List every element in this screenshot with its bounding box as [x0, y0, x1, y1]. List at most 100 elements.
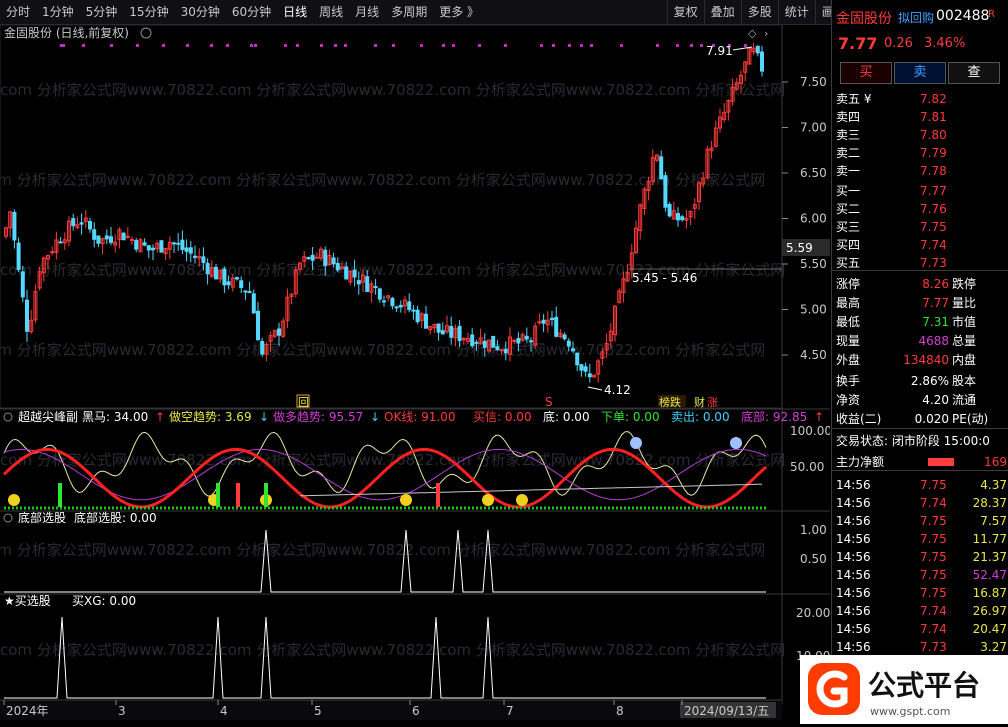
- toolbar-action-1[interactable]: 叠加: [703, 0, 741, 24]
- order-label: 卖一: [836, 164, 861, 178]
- stat-label2: 总量: [952, 334, 977, 348]
- stat-label2: 内盘: [952, 353, 977, 367]
- period-tab-10[interactable]: 更多 》: [433, 0, 485, 24]
- annotation-low: 4.12: [604, 383, 631, 397]
- signal-dot: [374, 44, 377, 47]
- indicator-settings-icon[interactable]: [3, 513, 13, 523]
- diamond-icon[interactable]: ◇: [748, 27, 757, 40]
- trade-status[interactable]: 交易状态: 闭市阶段 15:00:0: [832, 432, 1008, 450]
- signal-dot: [690, 44, 693, 47]
- signal-dot: [420, 44, 423, 47]
- sell-level-4[interactable]: 卖四 7.81: [832, 108, 1008, 126]
- indicator2-y-tick: 0.50: [800, 552, 827, 566]
- sell-level-2[interactable]: 卖二 7.79: [832, 144, 1008, 162]
- period-tab-8[interactable]: 月线: [349, 0, 385, 24]
- toolbar-action-2[interactable]: 多股: [740, 0, 778, 24]
- main-flow[interactable]: 主力净额 169: [832, 453, 1008, 471]
- period-tab-2[interactable]: 5分钟: [80, 0, 124, 24]
- signal-dot: [82, 44, 85, 47]
- indicator-settings-icon[interactable]: [3, 412, 13, 422]
- indicator1-field-3: OK线: 91.00: [384, 410, 456, 424]
- query-button[interactable]: 查: [948, 62, 1000, 84]
- signal-dot: [452, 44, 455, 47]
- tick-row[interactable]: 14:56 7.74 26.97: [832, 602, 1008, 620]
- mark-s[interactable]: S: [545, 395, 553, 409]
- candle: [121, 232, 126, 241]
- order-price: 7.75: [920, 220, 947, 234]
- current-price: 7.77: [838, 34, 878, 53]
- mark-zhang[interactable]: 涨: [707, 396, 718, 409]
- period-tab-9[interactable]: 多周期: [385, 0, 433, 24]
- period-tab-6[interactable]: 日线: [277, 0, 313, 24]
- stock-tag[interactable]: 拟回购: [898, 9, 934, 26]
- stat-row-1[interactable]: 最高 7.77 量比: [832, 294, 1008, 312]
- stat-label: 现量: [836, 334, 861, 348]
- indicator2-name: 底部选股: [18, 510, 66, 525]
- signal-dot: [590, 44, 593, 47]
- indicator1-arrow: ↑: [155, 410, 165, 424]
- tick-row[interactable]: 14:56 7.74 28.37: [832, 494, 1008, 512]
- face-icon: [730, 437, 742, 449]
- toolbar-action-3[interactable]: 统计: [777, 0, 815, 24]
- candle: [705, 146, 710, 180]
- indicator1-bar: [236, 483, 240, 507]
- period-tab-1[interactable]: 1分钟: [36, 0, 80, 24]
- tick-row[interactable]: 14:56 7.75 21.37: [832, 548, 1008, 566]
- buy-level-1[interactable]: 买一 7.77: [832, 182, 1008, 200]
- indicator3-name: ★买选股: [4, 594, 51, 608]
- stat-label2: 跌停: [952, 277, 977, 291]
- stat2-row-0[interactable]: 换手 2.86% 股本: [832, 372, 1008, 390]
- stat2-row-2[interactable]: 收益(二) 0.020 PE(动): [832, 410, 1008, 428]
- tick-row[interactable]: 14:56 7.75 11.77: [832, 530, 1008, 548]
- face-icon: [630, 437, 642, 449]
- tick-price: 7.74: [920, 622, 947, 636]
- tick-volume: 28.37: [972, 496, 1007, 510]
- tick-row[interactable]: 14:56 7.75 52.47: [832, 566, 1008, 584]
- mark-cai[interactable]: 财: [694, 395, 705, 409]
- price-tag: 5.59: [786, 241, 813, 255]
- sell-level-1[interactable]: 卖一 7.78: [832, 162, 1008, 180]
- smiley-icon: [516, 494, 528, 506]
- tick-row[interactable]: 14:56 7.74 20.47: [832, 620, 1008, 638]
- tick-row[interactable]: 14:56 7.73 3.27: [832, 638, 1008, 656]
- buy-button[interactable]: 买: [840, 62, 892, 84]
- buy-level-3[interactable]: 买三 7.75: [832, 218, 1008, 236]
- mark-bangdie[interactable]: 榜跌: [659, 395, 681, 409]
- main-y-tick: 4.50: [800, 348, 827, 362]
- tick-row[interactable]: 14:56 7.75 4.37: [832, 476, 1008, 494]
- period-tab-0[interactable]: 分时: [0, 0, 36, 24]
- tick-time: 14:56: [836, 622, 871, 636]
- buy-level-4[interactable]: 买四 7.74: [832, 236, 1008, 254]
- indicator1-field-5: 底: 0.00: [543, 409, 590, 424]
- main-flow-label: 主力净额: [836, 455, 885, 469]
- order-price: 7.79: [920, 146, 947, 160]
- main-y-tick: 5.00: [800, 303, 827, 317]
- candle: [138, 237, 143, 253]
- stat-row-2[interactable]: 最低 7.31 市值: [832, 313, 1008, 331]
- candle: [533, 322, 538, 349]
- stat-label: 净资: [836, 393, 861, 407]
- mark-hui[interactable]: 回: [298, 396, 309, 409]
- chevron-right-icon[interactable]: ›: [764, 27, 768, 40]
- stat-row-4[interactable]: 外盘 134840 内盘: [832, 351, 1008, 369]
- tick-volume: 3.27: [980, 640, 1007, 654]
- period-tab-4[interactable]: 30分钟: [175, 0, 226, 24]
- period-tab-5[interactable]: 60分钟: [226, 0, 277, 24]
- period-tab-3[interactable]: 15分钟: [123, 0, 174, 24]
- signal-dot: [744, 44, 747, 47]
- chart-area[interactable]: com 分析家公式网www.70822.com 分析家公式网www.70822.…: [0, 24, 832, 720]
- quote-panel: 金固股份 拟回购 002488 R 7.77 0.26 3.46% 买 卖 查 …: [831, 0, 1008, 724]
- indicator1-field-7: 卖出: 0.00: [671, 410, 730, 424]
- sell-level-5[interactable]: 卖五 ¥ 7.82: [832, 90, 1008, 108]
- buy-level-2[interactable]: 买二 7.76: [832, 200, 1008, 218]
- stat-row-3[interactable]: 现量 4688 总量: [832, 332, 1008, 350]
- tick-row[interactable]: 14:56 7.75 16.87: [832, 584, 1008, 602]
- period-tab-7[interactable]: 周线: [313, 0, 349, 24]
- sell-button[interactable]: 卖: [894, 62, 946, 84]
- tick-row[interactable]: 14:56 7.75 7.57: [832, 512, 1008, 530]
- stat2-row-1[interactable]: 净资 4.20 流通: [832, 391, 1008, 409]
- toolbar-action-0[interactable]: 复权: [666, 0, 704, 24]
- stat-row-0[interactable]: 涨停 8.26 跌停: [832, 275, 1008, 293]
- tick-price: 7.75: [920, 532, 947, 546]
- sell-level-3[interactable]: 卖三 7.80: [832, 126, 1008, 144]
